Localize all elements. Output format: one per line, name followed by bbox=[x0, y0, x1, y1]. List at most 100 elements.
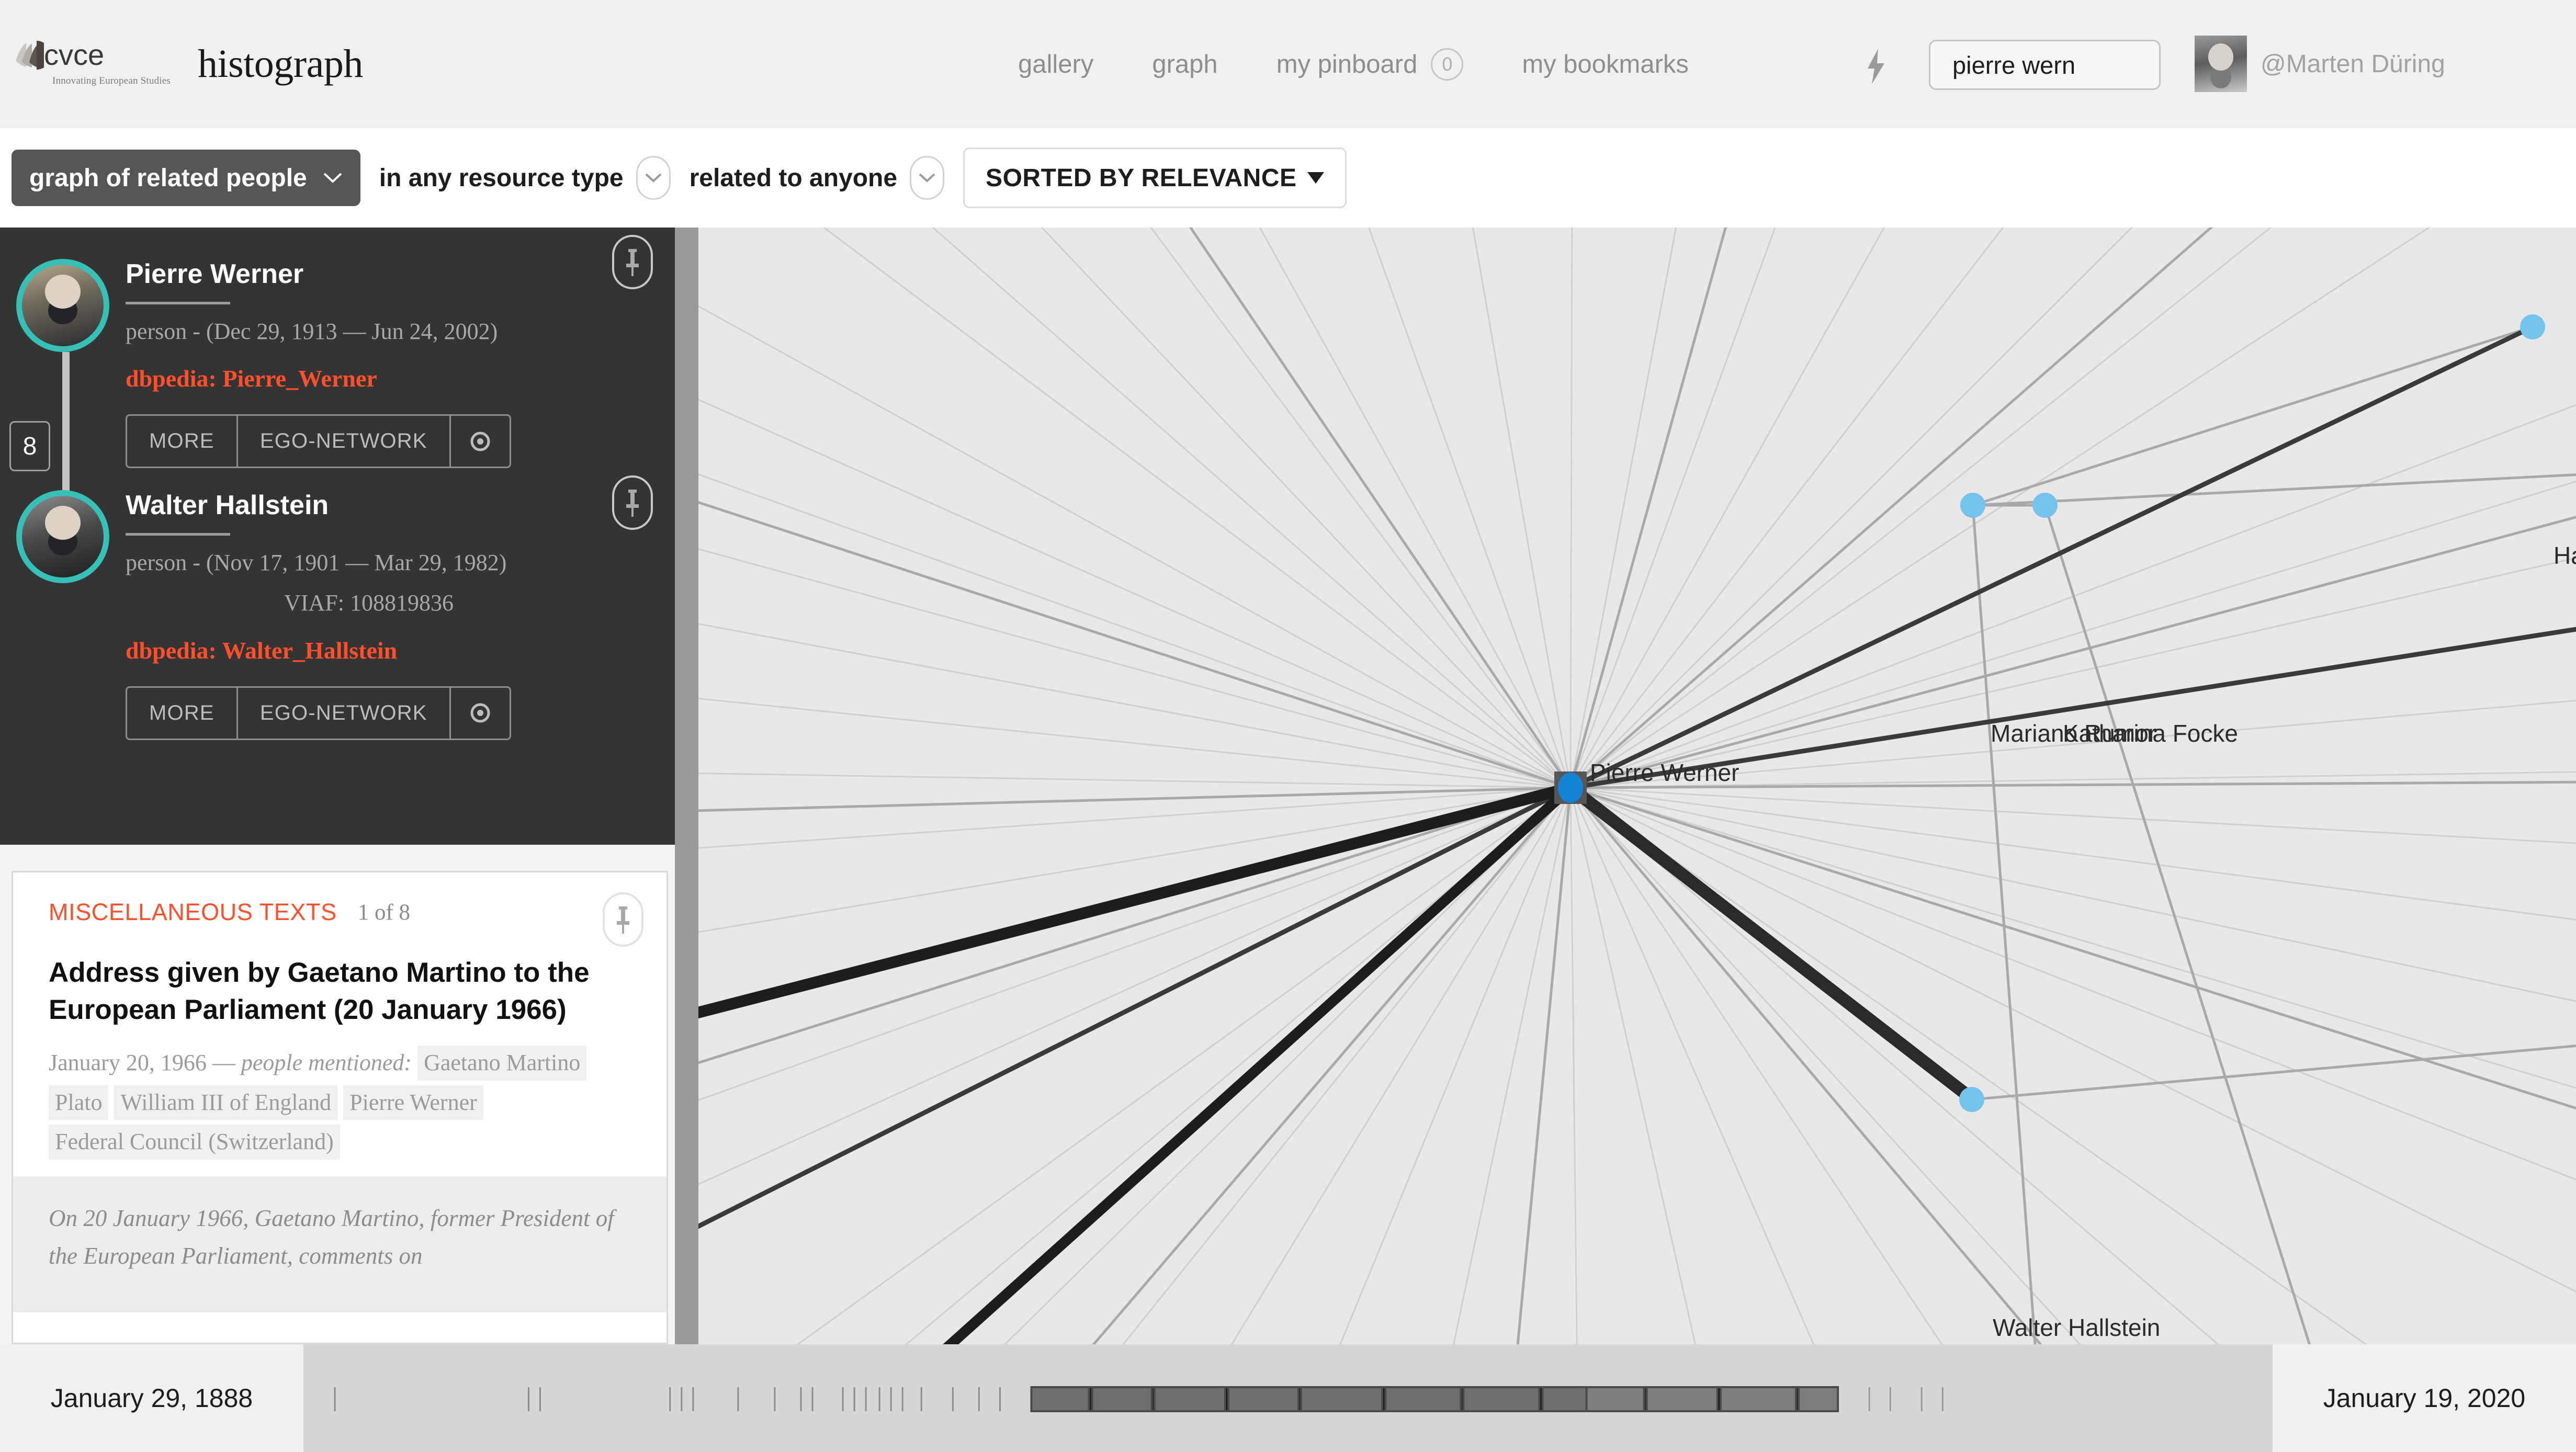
username-label: @Marten Düring bbox=[2261, 50, 2445, 78]
caret-down-icon bbox=[1307, 172, 1324, 184]
nav-my-pinboard-label: my pinboard bbox=[1276, 50, 1418, 78]
node-dot-icon bbox=[1558, 773, 1583, 803]
chevron-down-icon bbox=[910, 156, 945, 200]
mentions-label: people mentioned: bbox=[241, 1050, 412, 1076]
graph-node-label: Ha bbox=[2554, 542, 2576, 569]
graph-node-label: Pierre Werner bbox=[1590, 759, 1739, 786]
person-actions: MORE EGO-NETWORK bbox=[126, 414, 511, 469]
graph-canvas[interactable]: Pierre Werner Mariano Rumor Katharina Fo… bbox=[698, 228, 2576, 1344]
document-card-header: MISCELLANEOUS TEXTS 1 of 8 bbox=[13, 872, 666, 947]
mention-tag[interactable]: Gaetano Martino bbox=[417, 1046, 587, 1081]
document-counter: 1 of 8 bbox=[357, 900, 411, 925]
graph-node-walter-hallstein[interactable] bbox=[1959, 1087, 1984, 1112]
pin-icon bbox=[626, 249, 639, 276]
sidebar: 8 Pierre Werner person - (Dec 29, 1913 —… bbox=[0, 228, 698, 1344]
focus-target-button[interactable] bbox=[451, 688, 510, 739]
person-card-body: Walter Hallstein person - (Nov 17, 1901 … bbox=[126, 490, 675, 740]
search-box[interactable] bbox=[1929, 40, 2161, 90]
more-button[interactable]: MORE bbox=[127, 416, 238, 467]
person-name[interactable]: Pierre Werner bbox=[126, 259, 659, 290]
person-card: 8 Pierre Werner person - (Dec 29, 1913 —… bbox=[0, 228, 675, 509]
mention-tag[interactable]: Pierre Werner bbox=[343, 1085, 483, 1120]
brand-block[interactable]: cvce Innovating European Studies histogr… bbox=[0, 38, 363, 90]
search-input[interactable] bbox=[1952, 50, 2159, 80]
document-title[interactable]: Address given by Gaetano Martino to the … bbox=[13, 926, 666, 1028]
pin-button[interactable] bbox=[612, 235, 653, 289]
person-name[interactable]: Walter Hallstein bbox=[126, 490, 659, 521]
cvce-wordmark-icon: cvce bbox=[16, 38, 104, 71]
graph-node-pierre-werner[interactable] bbox=[1554, 772, 1587, 804]
person-actions: MORE EGO-NETWORK bbox=[126, 686, 511, 740]
nav-my-bookmarks[interactable]: my bookmarks bbox=[1493, 50, 1718, 79]
lightning-bolt-icon[interactable] bbox=[1860, 48, 1892, 85]
person-dbpedia-link[interactable]: dbpedia: Pierre_Werner bbox=[126, 365, 659, 392]
more-button[interactable]: MORE bbox=[127, 687, 238, 739]
document-excerpt: On 20 January 1966, Gaetano Martino, for… bbox=[13, 1176, 666, 1313]
document-date: January 20, 1966 — bbox=[49, 1050, 235, 1076]
main-nav: gallery graph my pinboard 0 my bookmarks bbox=[989, 0, 1718, 128]
person-portrait[interactable] bbox=[16, 490, 109, 584]
person-name-rule bbox=[126, 301, 230, 304]
ego-network-button[interactable]: EGO-NETWORK bbox=[238, 416, 451, 467]
person-portrait-column: 8 bbox=[0, 259, 126, 509]
filter-relation-label: related to anyone bbox=[689, 164, 898, 192]
pinboard-count-badge: 0 bbox=[1431, 48, 1464, 81]
graph-node-mariano-rumor[interactable] bbox=[1960, 493, 1985, 518]
person-card: Walter Hallstein person - (Nov 17, 1901 … bbox=[0, 468, 675, 740]
pin-button[interactable] bbox=[603, 892, 643, 947]
target-icon bbox=[470, 703, 490, 723]
focus-target-button[interactable] bbox=[451, 416, 510, 467]
mention-tag[interactable]: William III of England bbox=[114, 1085, 338, 1120]
person-meta: person - (Dec 29, 1913 — Jun 24, 2002) bbox=[126, 318, 498, 344]
app-title: histograph bbox=[197, 42, 363, 86]
person-portrait[interactable] bbox=[16, 259, 109, 352]
nav-gallery[interactable]: gallery bbox=[989, 50, 1123, 79]
relation-weight-badge: 8 bbox=[9, 421, 50, 471]
nav-my-pinboard[interactable]: my pinboard 0 bbox=[1247, 48, 1493, 81]
cvce-tagline: Innovating European Studies bbox=[46, 73, 177, 89]
nav-graph[interactable]: graph bbox=[1123, 50, 1247, 79]
graph-node-label: Walter Hallstein bbox=[1993, 1314, 2161, 1341]
avatar bbox=[2195, 36, 2247, 92]
pin-icon bbox=[626, 490, 639, 517]
person-dbpedia-link[interactable]: dbpedia: Walter_Hallstein bbox=[126, 637, 659, 664]
document-card: MISCELLANEOUS TEXTS 1 of 8 Address given… bbox=[12, 871, 668, 1344]
timeline-start-label: January 29, 1888 bbox=[50, 1383, 253, 1413]
timeline-density bbox=[334, 1386, 1944, 1412]
filter-graph-type-label: graph of related people bbox=[29, 164, 307, 192]
filter-resource-type-label: in any resource type bbox=[379, 164, 624, 192]
timeline-track[interactable] bbox=[303, 1344, 2273, 1452]
app-header: cvce Innovating European Studies histogr… bbox=[0, 0, 2576, 128]
timeline[interactable]: January 29, 1888 January 19, 2020 bbox=[0, 1344, 2576, 1452]
graph-node-partial[interactable] bbox=[2520, 314, 2545, 339]
chevron-down-icon bbox=[323, 173, 342, 183]
cvce-logo-mark: cvce bbox=[14, 38, 134, 72]
pin-icon bbox=[617, 906, 629, 934]
person-card-body: Pierre Werner person - (Dec 29, 1913 — J… bbox=[126, 259, 675, 469]
filter-sort[interactable]: SORTED BY RELEVANCE bbox=[963, 148, 1347, 208]
person-meta: person - (Nov 17, 1901 — Mar 29, 1982) bbox=[126, 549, 507, 575]
filter-bar: graph of related people in any resource … bbox=[0, 128, 2576, 228]
histograph-app: cvce Innovating European Studies histogr… bbox=[0, 0, 2576, 1452]
people-results-panel: 8 Pierre Werner person - (Dec 29, 1913 —… bbox=[0, 228, 675, 845]
document-kind-label: MISCELLANEOUS TEXTS bbox=[49, 899, 337, 925]
graph-node-label: Katharina Focke bbox=[2063, 720, 2238, 747]
relation-connector-line bbox=[62, 352, 70, 509]
person-viaf: VIAF: 108819836 bbox=[284, 590, 454, 616]
filter-graph-type[interactable]: graph of related people bbox=[12, 150, 360, 206]
person-name-rule bbox=[126, 532, 230, 536]
chevron-down-icon bbox=[636, 156, 671, 200]
timeline-end-label: January 19, 2020 bbox=[2323, 1383, 2526, 1413]
graph-node-katharina-focke[interactable] bbox=[2032, 493, 2058, 518]
target-icon bbox=[470, 432, 490, 451]
mention-tag[interactable]: Federal Council (Switzerland) bbox=[49, 1125, 340, 1160]
pin-button[interactable] bbox=[612, 475, 653, 530]
cvce-logo[interactable]: cvce Innovating European Studies bbox=[14, 38, 177, 90]
filter-resource-type[interactable]: in any resource type bbox=[379, 150, 671, 206]
document-mentions: January 20, 1966 — people mentioned: Gae… bbox=[13, 1028, 666, 1162]
ego-network-button[interactable]: EGO-NETWORK bbox=[238, 687, 451, 739]
mention-tag[interactable]: Plato bbox=[49, 1085, 109, 1120]
sidebar-scrollbar[interactable] bbox=[675, 228, 698, 1344]
user-block[interactable]: @Marten Düring bbox=[2195, 36, 2445, 92]
filter-relation[interactable]: related to anyone bbox=[689, 150, 945, 206]
